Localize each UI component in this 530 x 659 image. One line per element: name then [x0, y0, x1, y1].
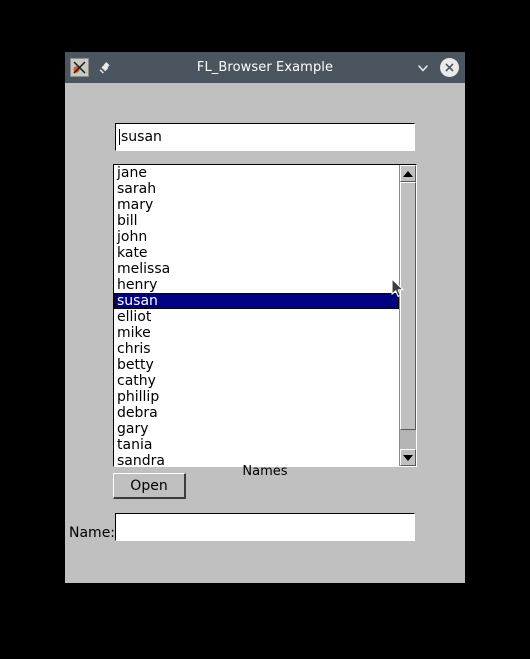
window-title: FL_Browser Example — [196, 60, 334, 75]
list-scrollbar[interactable] — [399, 165, 416, 466]
name-field-label: Name: — [69, 525, 116, 541]
list-item[interactable]: sarah — [114, 181, 399, 197]
titlebar-window-controls — [414, 58, 459, 77]
pushpin-icon[interactable] — [96, 59, 113, 76]
names-browser[interactable]: jane sarah mary bill john kate melissa henry sus… — [113, 164, 417, 467]
list-item[interactable]: susan — [114, 293, 399, 309]
open-button[interactable]: Open — [113, 473, 186, 499]
arrow-down-glyph — [403, 454, 413, 461]
scrollbar-thumb[interactable] — [400, 182, 416, 431]
x-app-icon — [70, 58, 89, 77]
application-window: FL_Browser Example susan jane sarah mary bi… — [65, 52, 465, 583]
list-item[interactable]: bill — [114, 213, 399, 229]
name-input[interactable] — [115, 513, 415, 541]
search-input[interactable]: susan — [115, 123, 415, 151]
list-item[interactable]: john — [114, 229, 399, 245]
list-item[interactable]: henry — [114, 277, 399, 293]
list-item[interactable]: phillip — [114, 389, 399, 405]
scroll-up-arrow-icon[interactable] — [400, 165, 416, 182]
titlebar-left-controls — [70, 58, 113, 77]
list-item[interactable]: debra — [114, 405, 399, 421]
list-item[interactable]: elliot — [114, 309, 399, 325]
scrollbar-track[interactable] — [400, 182, 416, 449]
list-item[interactable]: cathy — [114, 373, 399, 389]
list-item[interactable]: jane — [114, 165, 399, 181]
list-item[interactable]: melissa — [114, 261, 399, 277]
list-item[interactable]: gary — [114, 421, 399, 437]
close-icon[interactable] — [440, 58, 459, 77]
list-item[interactable]: chris — [114, 341, 399, 357]
window-titlebar: FL_Browser Example — [65, 52, 465, 83]
list-item[interactable]: tania — [114, 437, 399, 453]
chevron-down-icon[interactable] — [414, 59, 431, 76]
list-item[interactable]: mary — [114, 197, 399, 213]
names-list[interactable]: jane sarah mary bill john kate melissa henry sus… — [114, 165, 399, 466]
list-item[interactable]: kate — [114, 245, 399, 261]
window-client-area: susan jane sarah mary bill john kate melissa he… — [65, 83, 465, 583]
list-item[interactable]: mike — [114, 325, 399, 341]
search-input-value: susan — [121, 129, 162, 145]
list-item[interactable]: betty — [114, 357, 399, 373]
arrow-up-glyph — [403, 170, 413, 177]
text-caret — [119, 129, 120, 145]
